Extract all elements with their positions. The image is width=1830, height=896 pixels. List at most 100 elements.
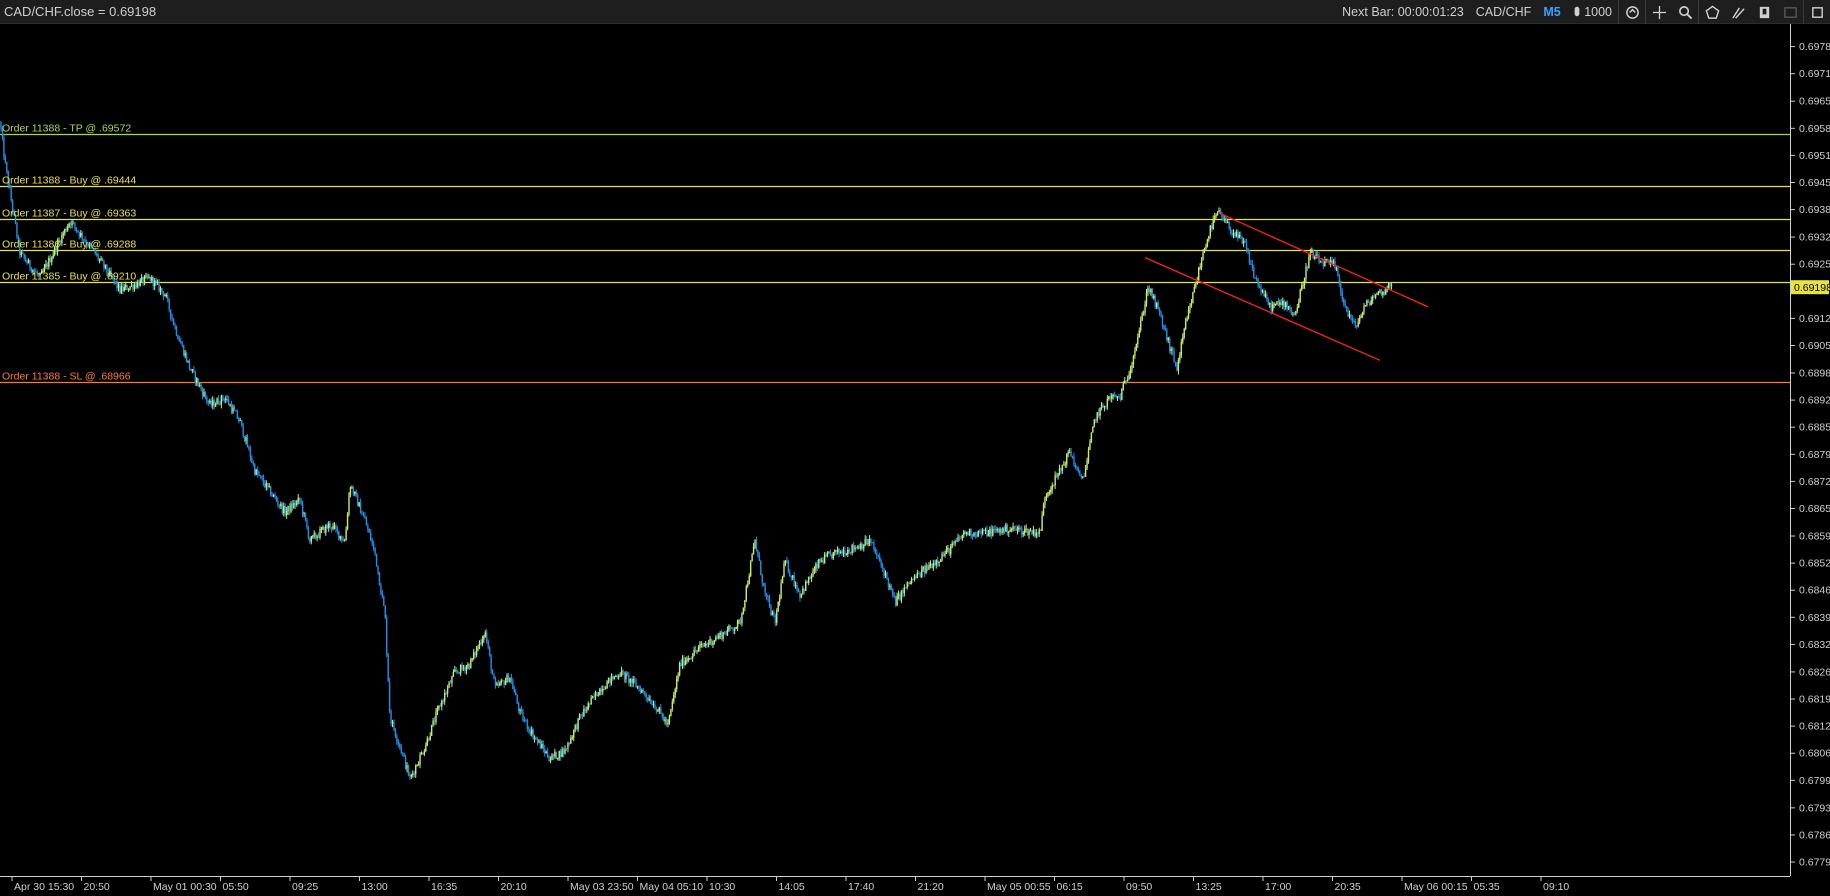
price-tick-label: 0.68261	[1799, 666, 1830, 678]
candle-body	[143, 276, 146, 284]
candle-body	[185, 353, 188, 362]
candle-body	[475, 648, 478, 656]
candle-body	[607, 677, 610, 682]
candle-body	[1051, 485, 1053, 490]
chart-toolbar: CAD/CHF.close = 0.69198 Next Bar: 00:00:…	[0, 0, 1830, 24]
candle-body	[671, 701, 674, 710]
candle-body	[1390, 284, 1393, 286]
price-chart[interactable]: 0.69784 0.69718 0.69651 0.69585 0.69519 0.694…	[0, 24, 1830, 896]
candle-body	[1250, 263, 1252, 265]
candle-body	[561, 749, 563, 758]
candle-body	[368, 528, 370, 533]
candle-body	[749, 561, 752, 576]
timeframe-selector[interactable]: M5	[1537, 0, 1566, 24]
candle-body	[697, 647, 700, 651]
candle-body	[412, 773, 414, 775]
candle-body	[1160, 312, 1162, 316]
candle-body	[509, 677, 511, 683]
candle-body	[831, 554, 833, 559]
draw-lines-icon[interactable]	[1725, 0, 1751, 24]
zoom-icon[interactable]	[1672, 0, 1698, 24]
candle-body	[545, 751, 547, 754]
time-tick-label: 09:10	[1543, 881, 1569, 893]
candle-body	[381, 593, 384, 597]
candle-body	[207, 401, 210, 403]
time-tick-label: 10:30	[709, 881, 735, 893]
candle-body	[662, 716, 665, 722]
candle-body	[354, 491, 356, 494]
candle-body	[1344, 303, 1346, 306]
candle-body	[832, 552, 834, 559]
candle-body	[255, 469, 257, 475]
candle-body	[644, 691, 646, 695]
candle-body	[867, 542, 869, 545]
candle-body	[616, 676, 618, 678]
candle-body	[1302, 285, 1304, 287]
candle-body	[277, 501, 279, 505]
candle-body	[384, 605, 386, 618]
candle-body	[536, 738, 539, 742]
candle-body	[490, 655, 492, 670]
time-tick-label: Apr 30 15:30	[14, 881, 74, 893]
candle-body	[1144, 303, 1146, 313]
candle-body	[1145, 292, 1148, 304]
candle-body	[1034, 529, 1036, 537]
trendline-lower[interactable]	[1144, 257, 1381, 361]
settings-icon[interactable]	[1804, 0, 1830, 24]
candle-body	[1372, 296, 1374, 301]
candle-body	[1199, 267, 1201, 269]
price-tick-label: 0.69519	[1799, 150, 1830, 162]
candle-body	[1000, 528, 1003, 533]
disabled-icon[interactable]	[1777, 0, 1803, 24]
candle-body	[673, 694, 675, 702]
candle-body	[303, 512, 305, 514]
candle-body	[29, 260, 31, 269]
candle-body	[1277, 301, 1280, 305]
candle-body	[206, 397, 208, 402]
bookmark-icon[interactable]	[1751, 0, 1777, 24]
symbol-selector[interactable]: CAD/CHF	[1470, 0, 1538, 24]
candle-body	[712, 641, 714, 646]
candle-body	[854, 547, 856, 550]
candle-body	[638, 686, 640, 689]
candle-body	[555, 751, 558, 759]
candle-body	[1318, 255, 1320, 263]
candle-body	[577, 718, 579, 730]
candle-body	[1158, 309, 1161, 313]
candle-body	[304, 512, 307, 521]
candle-body	[807, 576, 810, 584]
order-level-label: Order 11388 - SL @ .68966	[2, 371, 131, 383]
time-tick-label: 20:10	[501, 881, 527, 893]
candle-body	[1292, 313, 1294, 315]
pentagon-icon[interactable]	[1699, 0, 1725, 24]
candle-body	[1202, 252, 1204, 261]
candle-body	[239, 420, 241, 422]
candle-body	[633, 678, 636, 683]
candle-body	[401, 752, 404, 754]
quantity-selector[interactable]: 1000	[1567, 0, 1618, 24]
crosshair-icon[interactable]	[1646, 0, 1672, 24]
candle-body	[1057, 473, 1059, 477]
candle-body	[1338, 276, 1341, 285]
candle-body	[310, 536, 312, 542]
candle-body	[1047, 492, 1049, 497]
price-axis: 0.69784 0.69718 0.69651 0.69585 0.69519 0.694…	[1790, 24, 1830, 876]
candle-body	[725, 633, 727, 635]
candle-body	[1167, 337, 1169, 340]
candle-body	[361, 513, 363, 515]
candle-body	[1064, 464, 1066, 466]
candle-body	[1031, 530, 1033, 535]
candle-body	[1216, 212, 1219, 216]
candle-body	[583, 709, 585, 717]
candle-body	[459, 664, 462, 674]
candle-body	[391, 721, 394, 724]
sync-icon[interactable]	[1619, 0, 1645, 24]
candle-body	[1041, 515, 1043, 531]
candle-body	[394, 729, 397, 737]
candle-body	[818, 559, 820, 568]
candle-body	[281, 503, 283, 513]
candle-body	[256, 469, 259, 475]
candle-body	[362, 514, 365, 516]
candle-body	[291, 503, 294, 508]
candle-body	[1084, 468, 1087, 477]
